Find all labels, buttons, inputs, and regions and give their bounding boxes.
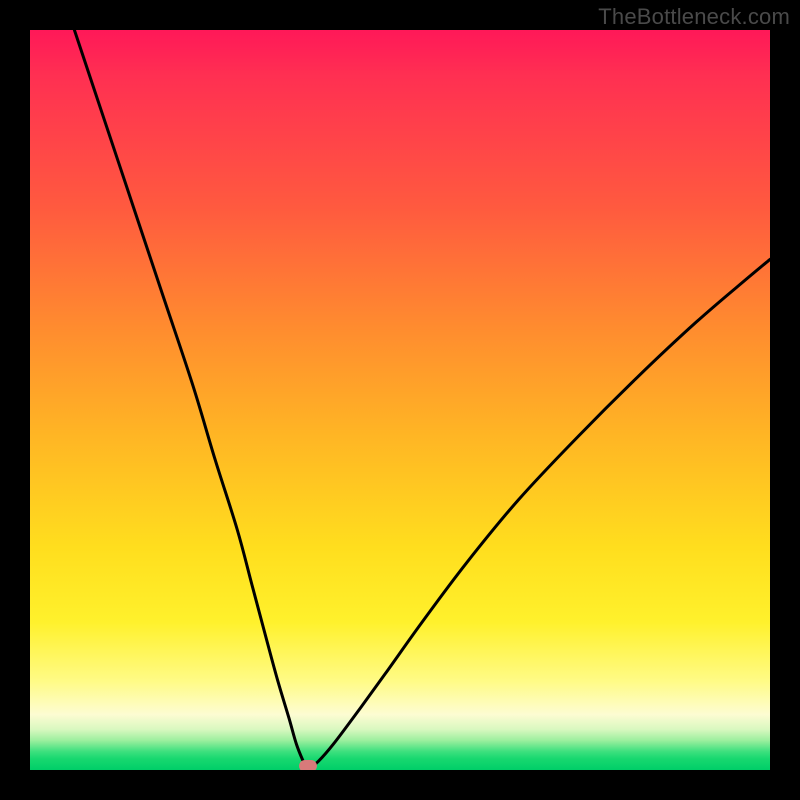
watermark-text: TheBottleneck.com (598, 4, 790, 30)
bottleneck-curve-right (308, 259, 771, 770)
bottleneck-curve-left (74, 30, 307, 770)
chart-frame: TheBottleneck.com (0, 0, 800, 800)
minimum-marker (299, 760, 317, 770)
curve-layer (30, 30, 770, 770)
plot-area (30, 30, 770, 770)
